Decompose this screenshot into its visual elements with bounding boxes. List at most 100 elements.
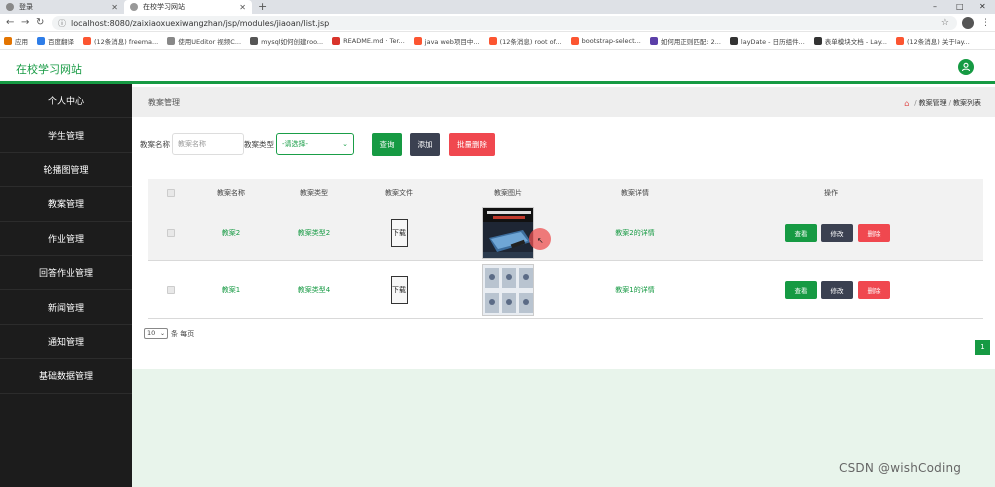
bookmark-item[interactable]: 百度翻译 (37, 36, 74, 46)
bookmark-item[interactable]: (12条消息) 关于lay... (895, 36, 970, 46)
column-header-actions: 操作 (824, 188, 838, 197)
edit-button[interactable]: 修改 (821, 224, 853, 242)
maximize-icon[interactable]: □ (956, 0, 964, 14)
close-window-icon[interactable]: ✕ (979, 0, 986, 14)
sidebar-item-carousel[interactable]: 轮播图管理 (0, 153, 132, 188)
main-area: 教案管理 ⌂ / 教案管理 / 教案列表 教案名称 教案名称 教案类型 -请选择… (132, 84, 995, 487)
bookmark-favicon-icon (649, 36, 658, 45)
column-header-type: 教案类型 (300, 188, 328, 197)
reload-icon[interactable]: ↻ (36, 16, 44, 30)
page-size-select[interactable]: 10 ⌄ (144, 328, 168, 339)
add-button[interactable]: 添加 (410, 133, 440, 156)
bookmark-item[interactable]: mysql如何创建roo... (250, 36, 323, 46)
sidebar: 个人中心 学生管理 轮播图管理 教案管理 作业管理 回答作业管理 新闻管理 通知… (0, 84, 132, 487)
lesson-image-thumbnail[interactable] (482, 263, 534, 316)
lesson-image-thumbnail[interactable] (482, 207, 534, 259)
bookmark-item[interactable]: java web项目中... (413, 36, 480, 46)
globe-icon (130, 3, 138, 11)
back-arrow-icon[interactable]: ← (6, 16, 14, 30)
bookmark-label: (12条消息) freema... (94, 37, 159, 46)
new-tab-button[interactable]: + (258, 0, 267, 14)
bookmark-item[interactable]: README.md · Ter... (332, 36, 405, 45)
app-header: 在校学习网站 (0, 50, 995, 84)
row-detail: 教案2的详情 (615, 229, 655, 237)
sidebar-item-news[interactable]: 新闻管理 (0, 290, 132, 325)
sidebar-item-lesson-plans[interactable]: 教案管理 (0, 187, 132, 222)
bookmark-item[interactable]: (12条消息) freema... (83, 36, 158, 46)
sidebar-item-homework-answers[interactable]: 回答作业管理 (0, 256, 132, 291)
star-icon[interactable]: ☆ (941, 18, 949, 28)
bookmark-favicon-icon (37, 36, 45, 45)
url-text: localhost:8080/zaixiaoxuexiwangzhan/jsp/… (71, 18, 330, 28)
sidebar-item-homework[interactable]: 作业管理 (0, 222, 132, 256)
bookmark-label: 使用UEditor 视频C... (178, 37, 242, 46)
edit-button[interactable]: 修改 (821, 280, 853, 299)
bookmark-item[interactable]: (12条消息) root of... (488, 36, 562, 46)
row-name: 教案2 (221, 229, 241, 237)
column-header-file: 教案文件 (385, 188, 413, 197)
bookmark-favicon-icon (83, 36, 91, 45)
name-filter-label: 教案名称 (140, 140, 170, 149)
site-title[interactable]: 在校学习网站 (16, 61, 82, 77)
bookmark-favicon-icon (4, 36, 12, 45)
row-checkbox[interactable] (167, 229, 175, 237)
name-filter-input[interactable]: 教案名称 (172, 133, 244, 155)
profile-icon[interactable] (962, 17, 974, 29)
view-button[interactable]: 查看 (785, 280, 817, 299)
bookmark-label: mysql如何创建roo... (261, 37, 324, 46)
bookmark-item[interactable]: 如何用正则匹配: 2... (649, 36, 721, 46)
sidebar-item-profile[interactable]: 个人中心 (0, 84, 132, 119)
watermark: CSDN @wishCoding (839, 461, 962, 475)
search-form: 教案名称 教案名称 教案类型 -请选择- ⌄ 查询 添加 批量删除 (140, 133, 995, 156)
download-button[interactable]: 下载 (390, 219, 408, 247)
breadcrumb: ⌂ / 教案管理 / 教案列表 (904, 98, 981, 108)
breadcrumb-item-module[interactable]: 教案管理 (919, 98, 947, 108)
close-tab-icon[interactable]: ✕ (111, 3, 118, 12)
page-size-control: 10 ⌄ 条 每页 (144, 328, 194, 339)
batch-delete-button[interactable]: 批量删除 (449, 133, 495, 156)
bookmark-label: (12条消息) 关于lay... (906, 37, 970, 46)
forward-arrow-icon[interactable]: → (21, 16, 29, 30)
minimize-icon[interactable]: – (933, 0, 937, 14)
row-image-cell (482, 206, 534, 260)
chevron-down-icon: ⌄ (159, 330, 165, 337)
row-checkbox[interactable] (167, 285, 175, 294)
bookmark-label: bootstrap-select... (581, 36, 641, 45)
browser-tab-site[interactable]: 在校学习网站 ✕ (124, 0, 252, 14)
bookmark-favicon-icon (413, 36, 422, 45)
bookmarks-bar: 应用 百度翻译 (12条消息) freema... 使用UEditor 视频C... m… (0, 32, 995, 50)
breadcrumb-separator: / (914, 99, 917, 107)
sidebar-item-notices[interactable]: 通知管理 (0, 325, 132, 360)
content-panel: 教案管理 ⌂ / 教案管理 / 教案列表 教案名称 教案名称 教案类型 -请选择… (132, 84, 995, 369)
bookmark-item[interactable]: 表单模块文档 - Lay... (813, 36, 887, 46)
bookmark-item[interactable]: layDate - 日历组件... (729, 36, 805, 46)
user-avatar-icon[interactable] (958, 59, 974, 75)
pagination-page-1[interactable]: 1 (975, 340, 990, 355)
delete-button[interactable]: 删除 (858, 224, 890, 242)
bookmark-item[interactable]: 应用 (4, 36, 28, 46)
type-filter-select[interactable]: -请选择- ⌄ (276, 133, 354, 155)
home-icon[interactable]: ⌂ (904, 99, 909, 108)
info-icon[interactable]: ⓘ (58, 18, 66, 29)
more-menu-icon[interactable]: ⋮ (981, 16, 990, 30)
url-input[interactable]: ⓘ localhost:8080/zaixiaoxuexiwangzhan/js… (52, 16, 957, 30)
select-all-checkbox[interactable] (167, 188, 175, 197)
view-button[interactable]: 查看 (785, 224, 817, 242)
search-button[interactable]: 查询 (372, 133, 402, 156)
delete-button[interactable]: 删除 (858, 280, 890, 299)
sidebar-item-basic-data[interactable]: 基础数据管理 (0, 359, 132, 394)
product-grid-image (483, 264, 533, 315)
bookmark-label: layDate - 日历组件... (740, 37, 805, 46)
browser-tab-login[interactable]: 登录 ✕ (0, 0, 124, 14)
user-icon (961, 62, 971, 72)
bookmark-item[interactable]: 使用UEditor 视频C... (167, 36, 241, 46)
bookmark-item[interactable]: bootstrap-select... (570, 36, 641, 45)
row-detail: 教案1的详情 (615, 285, 655, 294)
row-file-cell: 下载 (364, 261, 434, 318)
download-button[interactable]: 下载 (390, 275, 408, 304)
address-bar-row: ← → ↻ ⓘ localhost:8080/zaixiaoxuexiwangz… (0, 14, 995, 32)
sidebar-item-students[interactable]: 学生管理 (0, 118, 132, 153)
laptop-photo-image (483, 208, 533, 258)
row-type: 教案类型4 (297, 285, 331, 294)
close-tab-icon[interactable]: ✕ (239, 3, 246, 12)
